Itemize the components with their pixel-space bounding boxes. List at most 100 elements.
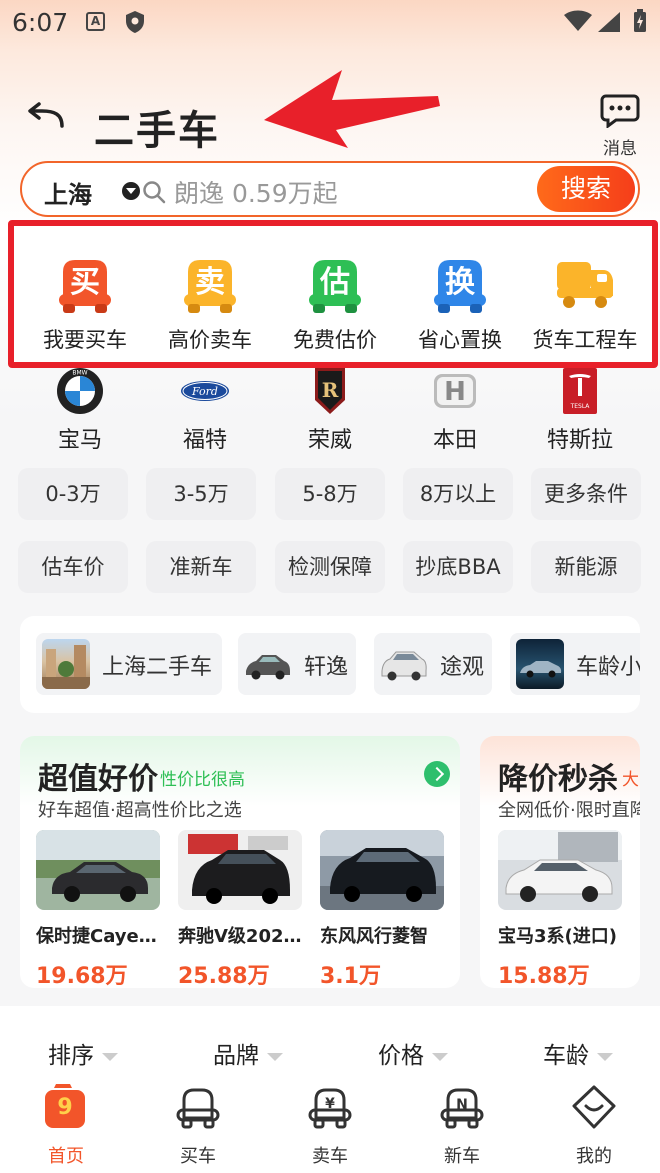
honda-logo-icon: H [434,374,476,408]
brand-ford[interactable]: Ford 福特 [150,366,260,454]
tab-home[interactable]: 9 首页 [21,1084,111,1168]
deal-car-price: 15.88万 [498,964,590,988]
chevron-down-icon[interactable] [122,182,140,200]
quick-action-truck[interactable]: 货车工程车 [522,252,648,354]
brand-tesla[interactable]: TESLA 特斯拉 [525,366,635,454]
brand-roewe[interactable]: R 荣威 [275,366,385,454]
brand-bmw[interactable]: BMW 宝马 [25,366,135,454]
tab-sell-car[interactable]: ¥ 卖车 [285,1084,375,1168]
tab-label: 我的 [576,1146,612,1167]
city-card-label: 上海二手车 [102,655,213,680]
new-car-tab-icon: N [440,1088,484,1129]
quick-action-sell[interactable]: 卖 高价卖车 [147,252,273,354]
quick-action-label: 免费估价 [293,328,377,352]
tag-chip[interactable]: 新能源 [531,541,641,593]
brand-badge-text: TESLA [570,403,591,410]
shield-icon [126,11,144,33]
quick-action-exchange[interactable]: 换 省心置换 [397,252,523,354]
quick-action-estimate[interactable]: 估 免费估价 [272,252,398,354]
city-selector[interactable]: 上海 [44,175,92,210]
brand-honda[interactable]: H 本田 [400,366,510,454]
message-label: 消息 [603,139,637,159]
tag-chip[interactable]: 检测保障 [275,541,385,593]
brand-badge-text: R [322,378,339,402]
tag-chip[interactable]: 抄底BBA [403,541,513,593]
bmw-logo-icon: BMW [57,368,103,414]
price-filter[interactable]: 价格 [378,1036,448,1070]
recommend-cards-row: 上海二手车 轩逸 途观 车龄小 [20,616,640,713]
quick-action-buy[interactable]: 买 我要买车 [22,252,148,354]
deal-title: 降价秒杀 [498,762,618,797]
status-time: 6:07 [12,8,69,37]
notification-a-icon: A [86,12,105,31]
deal-car-item[interactable]: 奔驰V级2020款 25.88万 [178,830,302,988]
tag-chip[interactable]: 估车价 [18,541,128,593]
search-icon [143,181,166,204]
ford-logo-icon: Ford [181,381,229,401]
search-bar: 上海 朗逸 0.59万起 搜索 [20,161,640,217]
age-filter-label: 车龄 [543,1043,589,1069]
car-photo [178,830,302,910]
deal-tag: 大 [622,770,639,790]
quick-action-label: 货车工程车 [532,328,638,352]
deal-car-price: 25.88万 [178,964,270,988]
home-icon: 9 [45,1084,85,1128]
deal-title: 超值好价 [38,762,158,797]
price-chip[interactable]: 0-3万 [18,468,128,520]
deal-car-item[interactable]: 保时捷Cayenne 19.68万 [36,830,160,988]
profile-icon [572,1085,616,1129]
deal-car-name: 奔驰V级2020款 [178,926,302,947]
tab-profile[interactable]: 我的 [549,1084,639,1168]
sort-filter[interactable]: 排序 [48,1036,118,1070]
deal-card-price-drop[interactable]: 降价秒杀 大 全网低价·限时直降 宝马3系(进口) 15.88万 [480,736,640,988]
quick-action-label: 我要买车 [43,328,127,352]
caret-down-icon [597,1052,613,1061]
brand-label: 福特 [182,428,227,453]
message-button[interactable]: 消息 [596,94,644,159]
deal-car-price: 19.68万 [36,964,128,988]
brand-row: BMW 宝马 Ford 福特 R 荣威 H 本田 TESLA 特斯拉 [0,366,660,456]
age-filter[interactable]: 车龄 [543,1036,613,1070]
city-card[interactable]: 上海二手车 [36,633,222,695]
chevron-right-icon[interactable] [424,761,450,787]
brand-label: 特斯拉 [546,428,613,453]
quick-action-label: 省心置换 [418,328,502,352]
tab-buy-car[interactable]: 买车 [153,1084,243,1168]
deal-car-item[interactable]: 宝马3系(进口) 15.88万 [498,830,622,988]
status-bar: 6:07 A [0,0,660,48]
car-thumbnail [244,639,292,689]
car-age-card[interactable]: 车龄小 [510,633,640,695]
roewe-logo-icon: R [315,368,345,414]
red-arrow-annotation-icon [264,70,440,148]
message-icon [600,94,640,129]
wifi-icon [564,10,592,31]
svg-text:换: 换 [445,265,476,300]
tab-new-car[interactable]: N 新车 [417,1084,507,1168]
model-card[interactable]: 途观 [374,633,492,695]
car-age-card-label: 车龄小 [576,655,640,680]
sell-car-icon: 卖 [184,260,236,313]
tag-chip[interactable]: 准新车 [146,541,256,593]
price-chip[interactable]: 3-5万 [146,468,256,520]
brand-filter-label: 品牌 [213,1043,259,1069]
price-chip[interactable]: 5-8万 [275,468,385,520]
brand-label: 荣威 [307,428,352,453]
deal-car-item[interactable]: 东风风行菱智 3.1万 [320,830,444,988]
buy-car-tab-icon [176,1088,220,1129]
header: 二手车 消息 [0,48,660,159]
model-card-label: 轩逸 [304,655,349,680]
svg-text:买: 买 [70,265,100,300]
brand-filter[interactable]: 品牌 [213,1036,283,1070]
deal-card-good-price[interactable]: 超值好价 性价比很高 好车超值·超高性价比之选 保时捷Cayenne 19.68… [20,736,460,988]
more-conditions-chip[interactable]: 更多条件 [531,468,641,520]
cellular-icon [598,12,620,32]
tab-label: 首页 [48,1146,84,1167]
search-input[interactable]: 朗逸 0.59万起 [174,174,338,210]
deal-subtitle: 全网低价·限时直降 [498,800,640,821]
price-chip[interactable]: 8万以上 [403,468,513,520]
svg-text:N: N [456,1097,468,1113]
tab-label: 卖车 [312,1146,348,1167]
model-card[interactable]: 轩逸 [238,633,356,695]
back-arrow-icon[interactable] [26,102,66,130]
search-button[interactable]: 搜索 [537,166,635,212]
